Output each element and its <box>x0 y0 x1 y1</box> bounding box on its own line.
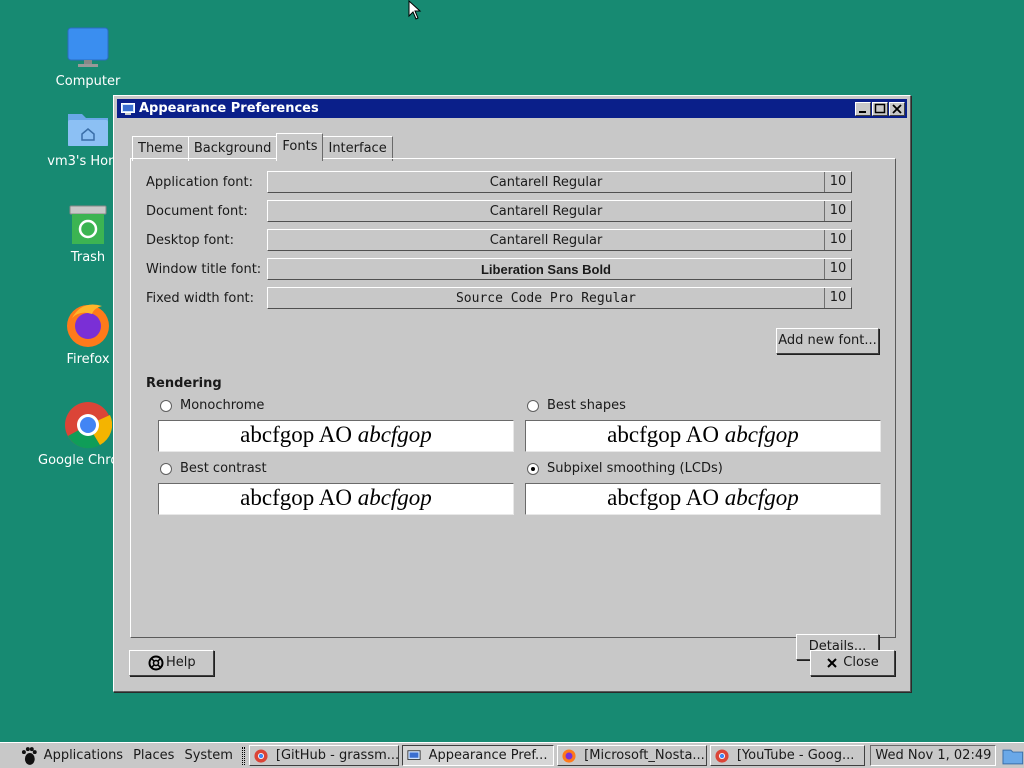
window-title-font-button[interactable]: Liberation Sans Bold 10 <box>267 258 852 280</box>
tab-bar: Theme Background Fonts Interface <box>132 133 393 161</box>
close-button[interactable]: Close <box>810 650 895 676</box>
close-icon <box>892 103 902 114</box>
chrome-icon <box>254 748 268 763</box>
tab-fonts[interactable]: Fonts <box>276 133 324 161</box>
firefox-icon <box>67 304 109 347</box>
task-label: [GitHub - grassm... <box>275 748 399 763</box>
task-github[interactable]: [GitHub - grassm... <box>248 745 399 766</box>
gnome-foot-icon[interactable] <box>19 746 39 766</box>
add-new-font-button[interactable]: Add new font... <box>776 328 879 354</box>
subpixel-smoothing-label: Subpixel smoothing (LCDs) <box>547 461 723 476</box>
document-font-button[interactable]: Cantarell Regular 10 <box>267 200 852 222</box>
font-row-label: Desktop font: <box>146 232 234 248</box>
close-icon <box>827 658 837 668</box>
minimize-icon <box>859 110 866 113</box>
best-shapes-radio[interactable] <box>527 399 539 412</box>
best-contrast-label: Best contrast <box>180 461 267 476</box>
appearance-icon <box>121 102 135 115</box>
help-button[interactable]: Help <box>129 650 214 676</box>
monochrome-label: Monochrome <box>180 398 265 413</box>
task-microsoft-nostalgia[interactable]: [Microsoft_Nosta... <box>557 745 707 766</box>
desktop-icon-computer[interactable]: Computer <box>38 26 138 89</box>
subpixel-smoothing-sample[interactable]: abcfgop AO abcfgop <box>525 483 881 515</box>
fixed-width-font-button[interactable]: Source Code Pro Regular 10 <box>267 287 852 309</box>
best-contrast-sample[interactable]: abcfgop AO abcfgop <box>158 483 514 515</box>
font-row-label: Window title font: <box>146 261 262 277</box>
font-size: 10 <box>824 201 851 221</box>
taskbar: Applications Places System [GitHub - gra… <box>0 742 1024 768</box>
minimize-button[interactable] <box>855 101 871 116</box>
home-folder-icon <box>68 114 108 146</box>
font-name: Cantarell Regular <box>489 203 603 219</box>
font-row-label: Fixed width font: <box>146 290 255 306</box>
appearance-preferences-window: Appearance Preferences Theme Background … <box>113 95 911 692</box>
system-menu[interactable]: System <box>179 748 237 763</box>
sample-text: abcfgop AO <box>607 422 725 447</box>
font-row-window-title: Window title font: Liberation Sans Bold … <box>146 258 852 280</box>
close-window-button[interactable] <box>889 101 905 116</box>
font-row-label: Document font: <box>146 203 248 219</box>
subpixel-smoothing-option[interactable]: Subpixel smoothing (LCDs) <box>527 461 723 476</box>
sample-italic-text: abcfgop <box>357 422 432 447</box>
desktop-font-button[interactable]: Cantarell Regular 10 <box>267 229 852 251</box>
font-row-document: Document font: Cantarell Regular 10 <box>146 200 852 222</box>
monochrome-radio[interactable] <box>160 399 172 412</box>
chrome-icon <box>715 748 729 763</box>
font-row-label: Application font: <box>146 174 254 190</box>
help-label: Help <box>166 655 196 670</box>
best-shapes-label: Best shapes <box>547 398 626 413</box>
font-size: 10 <box>824 172 851 192</box>
application-font-button[interactable]: Cantarell Regular 10 <box>267 171 852 193</box>
task-label: [Microsoft_Nosta... <box>584 748 705 763</box>
clock[interactable]: Wed Nov 1, 02:49 <box>870 745 997 766</box>
task-youtube[interactable]: [YouTube - Goog... <box>709 745 866 766</box>
fonts-panel: Application font: Cantarell Regular 10 D… <box>130 158 896 660</box>
places-menu[interactable]: Places <box>128 748 179 763</box>
font-name: Liberation Sans Bold <box>480 261 611 277</box>
font-name: Cantarell Regular <box>489 174 603 190</box>
trash-icon <box>69 205 107 244</box>
sample-italic-text: abcfgop <box>724 422 799 447</box>
rendering-section-title: Rendering <box>146 376 222 391</box>
maximize-icon <box>874 103 886 113</box>
help-icon <box>148 655 164 671</box>
sample-italic-text: abcfgop <box>724 485 799 510</box>
font-row-fixed-width: Fixed width font: Source Code Pro Regula… <box>146 287 852 309</box>
task-label: Appearance Pref... <box>428 748 548 763</box>
best-contrast-radio[interactable] <box>160 462 172 475</box>
sample-text: abcfgop AO <box>240 485 358 510</box>
best-shapes-sample[interactable]: abcfgop AO abcfgop <box>525 420 881 452</box>
sample-text: abcfgop AO <box>607 485 725 510</box>
desktop-icon-label: Computer <box>55 74 121 89</box>
computer-icon <box>67 27 109 67</box>
monochrome-option[interactable]: Monochrome <box>160 398 264 413</box>
applications-menu[interactable]: Applications <box>39 748 128 763</box>
font-name: Source Code Pro Regular <box>455 290 636 306</box>
close-label: Close <box>843 655 879 670</box>
taskbar-separator <box>241 746 245 765</box>
sample-text: abcfgop AO <box>240 422 358 447</box>
subpixel-smoothing-radio[interactable] <box>527 462 539 475</box>
sample-italic-text: abcfgop <box>357 485 432 510</box>
font-row-application: Application font: Cantarell Regular 10 <box>146 171 852 193</box>
show-desktop-icon[interactable] <box>1002 746 1024 766</box>
best-contrast-option[interactable]: Best contrast <box>160 461 267 476</box>
firefox-icon <box>562 748 576 763</box>
font-size: 10 <box>824 288 851 308</box>
task-label: [YouTube - Goog... <box>736 748 855 763</box>
mouse-cursor-icon <box>408 0 422 20</box>
font-size: 10 <box>824 230 851 250</box>
font-name: Cantarell Regular <box>489 232 603 248</box>
monochrome-sample[interactable]: abcfgop AO abcfgop <box>158 420 514 452</box>
window-title: Appearance Preferences <box>139 101 319 116</box>
appearance-icon <box>407 749 421 760</box>
chrome-icon <box>65 402 112 449</box>
maximize-button[interactable] <box>872 101 888 116</box>
window-titlebar[interactable]: Appearance Preferences <box>117 99 907 118</box>
font-row-desktop: Desktop font: Cantarell Regular 10 <box>146 229 852 251</box>
task-appearance-preferences[interactable]: Appearance Pref... <box>401 745 555 766</box>
font-size: 10 <box>824 259 851 279</box>
best-shapes-option[interactable]: Best shapes <box>527 398 626 413</box>
